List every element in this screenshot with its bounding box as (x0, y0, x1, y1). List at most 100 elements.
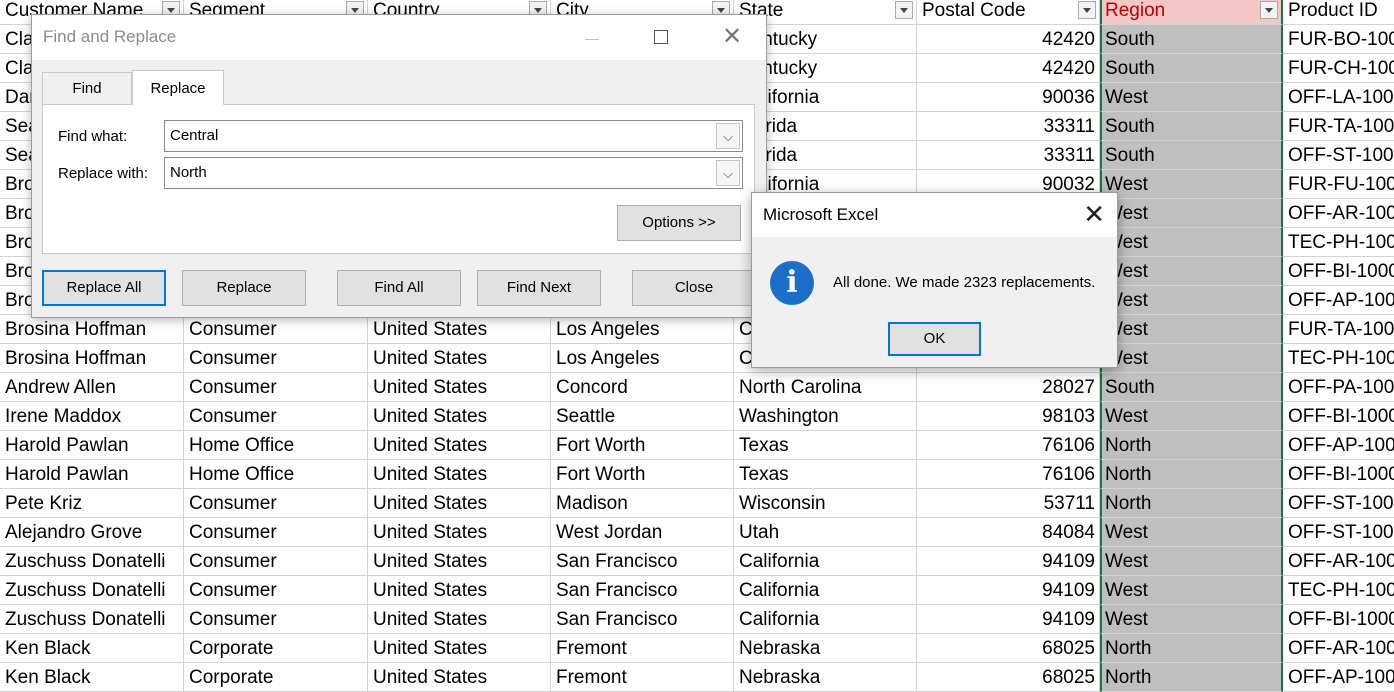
cell-region[interactable]: North (1100, 634, 1283, 663)
cell-country[interactable]: United States (368, 634, 551, 663)
close-button[interactable]: Close (632, 270, 756, 306)
cell-region[interactable]: West (1100, 170, 1283, 199)
cell-segment[interactable]: Consumer (184, 344, 368, 373)
cell-city[interactable]: Fremont (551, 634, 734, 663)
cell-customer-name[interactable]: Ken Black (0, 663, 184, 692)
cell-customer-name[interactable]: Pete Kriz (0, 489, 184, 518)
cell-city[interactable]: Seattle (551, 402, 734, 431)
cell-segment[interactable]: Consumer (184, 518, 368, 547)
cell-postal-code[interactable]: 53711 (917, 489, 1100, 518)
cell-product-id[interactable]: FUR-TA-10000577 (1283, 112, 1394, 141)
cell-postal-code[interactable]: 33311 (917, 112, 1100, 141)
cell-product-id[interactable]: OFF-AR-10003056 (1283, 547, 1394, 576)
cell-region[interactable]: South (1100, 112, 1283, 141)
cell-segment[interactable]: Consumer (184, 402, 368, 431)
cell-region[interactable]: South (1100, 54, 1283, 83)
cell-product-id[interactable]: OFF-ST-10004186 (1283, 489, 1394, 518)
cell-region[interactable]: West (1100, 402, 1283, 431)
cell-postal-code[interactable]: 76106 (917, 460, 1100, 489)
cell-state[interactable]: Texas (734, 431, 917, 460)
cell-region[interactable]: South (1100, 141, 1283, 170)
cell-state[interactable]: Washington (734, 402, 917, 431)
cell-segment[interactable]: Home Office (184, 431, 368, 460)
find-all-button[interactable]: Find All (337, 270, 461, 306)
cell-city[interactable]: Fort Worth (551, 460, 734, 489)
cell-customer-name[interactable]: Brosina Hoffman (0, 344, 184, 373)
cell-state[interactable]: Utah (734, 518, 917, 547)
cell-country[interactable]: United States (368, 373, 551, 402)
find-next-button[interactable]: Find Next (477, 270, 601, 306)
filter-dropdown-icon[interactable] (895, 1, 913, 19)
find-what-input[interactable]: Central ⌵ (164, 120, 743, 152)
cell-product-id[interactable]: FUR-CH-10000454 (1283, 54, 1394, 83)
cell-state[interactable]: North Carolina (734, 373, 917, 402)
cell-segment[interactable]: Consumer (184, 547, 368, 576)
header-product-id[interactable]: Product ID (1283, 0, 1394, 25)
dialog-titlebar[interactable]: Find and Replace ✕ (32, 15, 766, 60)
cell-country[interactable]: United States (368, 489, 551, 518)
cell-segment[interactable]: Consumer (184, 315, 368, 344)
cell-customer-name[interactable]: Ken Black (0, 634, 184, 663)
cell-segment[interactable]: Corporate (184, 634, 368, 663)
cell-customer-name[interactable]: Harold Pawlan (0, 431, 184, 460)
cell-customer-name[interactable]: Alejandro Grove (0, 518, 184, 547)
cell-country[interactable]: United States (368, 402, 551, 431)
cell-product-id[interactable]: FUR-FU-10001487 (1283, 170, 1394, 199)
cell-product-id[interactable]: OFF-AP-10002892 (1283, 286, 1394, 315)
header-region[interactable]: Region (1100, 0, 1283, 25)
cell-country[interactable]: United States (368, 663, 551, 692)
cell-postal-code[interactable]: 90036 (917, 83, 1100, 112)
cell-country[interactable]: United States (368, 431, 551, 460)
cell-customer-name[interactable]: Brosina Hoffman (0, 315, 184, 344)
cell-product-id[interactable]: FUR-BO-10001798 (1283, 25, 1394, 54)
cell-product-id[interactable]: OFF-BI-10002215 (1283, 605, 1394, 634)
cell-city[interactable]: Madison (551, 489, 734, 518)
cell-region[interactable]: South (1100, 25, 1283, 54)
cell-region[interactable]: West (1100, 228, 1283, 257)
ok-button[interactable]: OK (888, 322, 981, 356)
cell-product-id[interactable]: OFF-AP-10001492 (1283, 663, 1394, 692)
cell-product-id[interactable]: OFF-AR-10002399 (1283, 634, 1394, 663)
replace-button[interactable]: Replace (182, 270, 306, 306)
cell-segment[interactable]: Consumer (184, 373, 368, 402)
cell-postal-code[interactable]: 68025 (917, 663, 1100, 692)
cell-city[interactable]: San Francisco (551, 576, 734, 605)
cell-city[interactable]: Los Angeles (551, 344, 734, 373)
cell-postal-code[interactable]: 42420 (917, 54, 1100, 83)
tab-find[interactable]: Find (42, 72, 132, 104)
cell-region[interactable]: North (1100, 663, 1283, 692)
cell-country[interactable]: United States (368, 344, 551, 373)
cell-customer-name[interactable]: Zuschuss Donatelli (0, 576, 184, 605)
cell-segment[interactable]: Corporate (184, 663, 368, 692)
message-titlebar[interactable]: Microsoft Excel ✕ (752, 193, 1117, 237)
close-icon[interactable]: ✕ (1083, 199, 1105, 229)
cell-postal-code[interactable]: 68025 (917, 634, 1100, 663)
cell-product-id[interactable]: TEC-PH-10001949 (1283, 576, 1394, 605)
cell-postal-code[interactable]: 42420 (917, 25, 1100, 54)
cell-city[interactable]: Fremont (551, 663, 734, 692)
cell-postal-code[interactable]: 33311 (917, 141, 1100, 170)
cell-product-id[interactable]: FUR-TA-10001539 (1283, 315, 1394, 344)
cell-product-id[interactable]: OFF-BI-10000756 (1283, 460, 1394, 489)
cell-product-id[interactable]: OFF-BI-10003910 (1283, 257, 1394, 286)
cell-region[interactable]: West (1100, 605, 1283, 634)
cell-segment[interactable]: Consumer (184, 489, 368, 518)
cell-state[interactable]: California (734, 547, 917, 576)
cell-region[interactable]: West (1100, 315, 1283, 344)
cell-customer-name[interactable]: Irene Maddox (0, 402, 184, 431)
cell-customer-name[interactable]: Harold Pawlan (0, 460, 184, 489)
cell-state[interactable]: California (734, 605, 917, 634)
cell-region[interactable]: West (1100, 576, 1283, 605)
cell-product-id[interactable]: OFF-ST-10000107 (1283, 518, 1394, 547)
cell-postal-code[interactable]: 94109 (917, 547, 1100, 576)
replace-all-button[interactable]: Replace All (42, 270, 166, 306)
find-what-dropdown[interactable]: ⌵ (716, 123, 740, 149)
cell-region[interactable]: North (1100, 460, 1283, 489)
cell-city[interactable]: Concord (551, 373, 734, 402)
cell-product-id[interactable]: OFF-AR-10002833 (1283, 199, 1394, 228)
cell-country[interactable]: United States (368, 576, 551, 605)
cell-state[interactable]: Nebraska (734, 663, 917, 692)
options-button[interactable]: Options >> (617, 205, 741, 241)
filter-dropdown-icon[interactable] (1260, 1, 1278, 19)
cell-region[interactable]: West (1100, 518, 1283, 547)
